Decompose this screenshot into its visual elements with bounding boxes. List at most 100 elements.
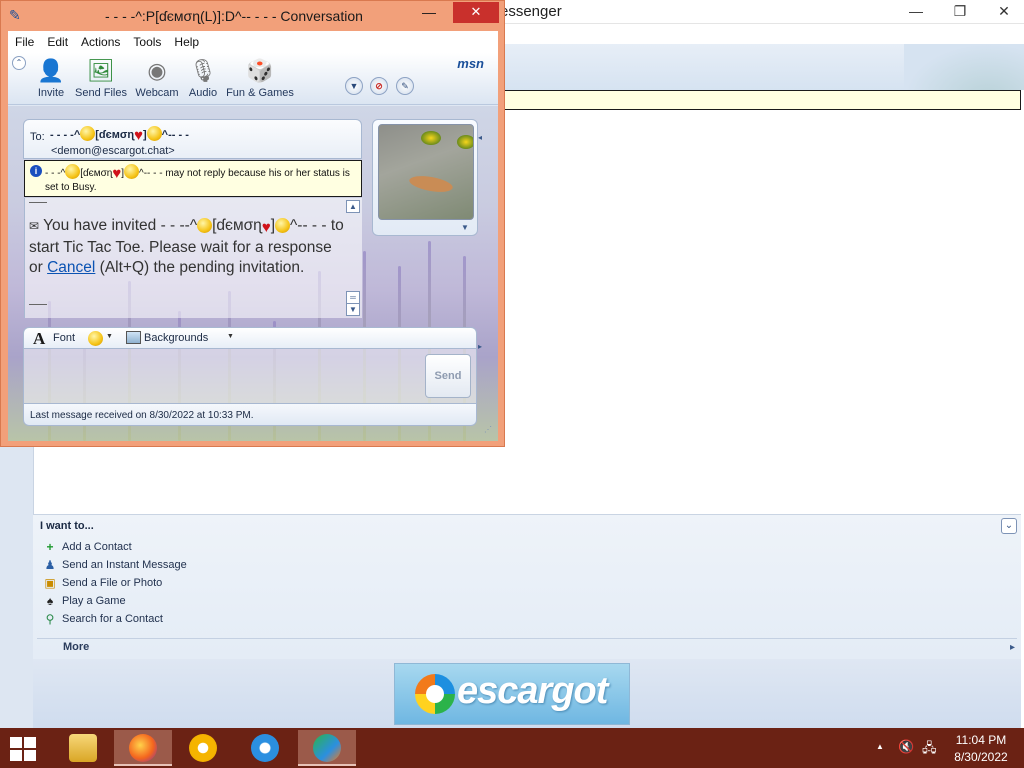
- msn-logo: msn: [457, 56, 484, 71]
- windows-logo-icon: [24, 737, 36, 748]
- backgrounds-icon[interactable]: [126, 331, 141, 344]
- escargot-logo-icon: [415, 674, 455, 714]
- clock-date[interactable]: 8/30/2022: [950, 750, 1012, 764]
- audio-label: Audio: [188, 87, 218, 99]
- conversation-title: - - - -^:P[ɗємσɳ(L)]:D^-- - - - Conversa…: [105, 8, 363, 24]
- show-hidden-icons-icon[interactable]: ▲: [876, 742, 884, 751]
- taskbar-file-explorer[interactable]: [54, 730, 112, 766]
- task-send-instant-message[interactable]: ♟ Send an Instant Message: [43, 556, 187, 574]
- invite-icon: 👤: [37, 58, 65, 83]
- fun-games-label: Fun & Games: [226, 87, 294, 99]
- close-button[interactable]: ✕: [453, 2, 499, 23]
- message-input[interactable]: [23, 349, 477, 403]
- messenger-icon: [313, 734, 341, 762]
- chevron-down-icon[interactable]: ▼: [227, 333, 234, 340]
- close-button[interactable]: ✕: [982, 0, 1024, 22]
- internet-explorer-icon: [251, 734, 279, 762]
- flower-pot-graphic: [421, 131, 441, 145]
- message-history[interactable]: ✉ You have invited - - --^ [ɗємσɳ♥] ^-- - …: [24, 198, 362, 318]
- smiley-icon: [80, 126, 96, 141]
- clock-time[interactable]: 11:04 PM: [950, 733, 1012, 747]
- theme-icon[interactable]: ✎: [396, 77, 414, 95]
- contact-display-picture-panel: ▼: [372, 119, 478, 236]
- font-button[interactable]: Font: [53, 332, 75, 344]
- conversation-window: ✎ - - - -^:P[ɗємσɳ(L)]:D^-- - - - Conver…: [0, 0, 505, 447]
- collapse-panel-button[interactable]: ⌄: [1001, 518, 1017, 534]
- smiley-icon: [65, 164, 81, 179]
- toolbar-toggle-icon[interactable]: ⌃: [12, 56, 26, 70]
- send-files-icon: 🖼: [87, 58, 115, 83]
- task-label: Send an Instant Message: [62, 559, 187, 571]
- menu-actions[interactable]: Actions: [81, 35, 120, 49]
- header-scenery: [904, 44, 1024, 90]
- windows-logo-icon: [24, 750, 36, 761]
- taskbar-firefox[interactable]: [114, 730, 172, 766]
- message-part: (Alt+Q) the pending invitation.: [99, 259, 305, 276]
- instant-message-icon: ♟: [44, 558, 56, 572]
- task-send-file[interactable]: ▣ Send a File or Photo: [43, 574, 162, 592]
- scroll-up-icon[interactable]: ▲: [346, 200, 360, 213]
- scroll-down-icon[interactable]: ▼: [346, 303, 360, 316]
- taskbar-chrome[interactable]: [174, 730, 232, 766]
- send-files-label: Send Files: [75, 87, 127, 99]
- smiley-icon: [275, 218, 291, 233]
- more-link[interactable]: More: [63, 641, 89, 653]
- backgrounds-button[interactable]: Backgrounds: [144, 332, 208, 344]
- options-dropdown-icon[interactable]: ▼: [345, 77, 363, 95]
- emoticon-icon[interactable]: [88, 331, 103, 346]
- minimize-button[interactable]: —: [894, 0, 938, 22]
- smiley-icon: [146, 126, 162, 141]
- messenger-app-icon[interactable]: ✎: [9, 7, 27, 25]
- taskbar-messenger[interactable]: [298, 730, 356, 766]
- chevron-right-icon[interactable]: ▸: [478, 342, 482, 351]
- invitation-message: ✉ You have invited - - --^ [ɗємσɳ♥] ^-- - …: [29, 216, 349, 278]
- invite-button[interactable]: 👤 Invite: [34, 57, 68, 99]
- chevron-down-icon[interactable]: ▼: [461, 223, 469, 232]
- task-play-game[interactable]: ♠ Play a Game: [43, 592, 126, 610]
- task-label: Send a File or Photo: [62, 577, 163, 589]
- task-label: Search for a Contact: [62, 613, 163, 625]
- firefox-icon: [129, 734, 157, 762]
- smiley-icon: [124, 164, 139, 179]
- minimize-button[interactable]: —: [406, 2, 452, 23]
- busy-prefix: - - -^: [45, 168, 66, 179]
- send-button[interactable]: Send: [425, 354, 471, 398]
- fun-games-button[interactable]: 🎲 Fun & Games: [226, 57, 294, 99]
- volume-muted-icon[interactable]: 🔇: [898, 739, 914, 755]
- windows-logo-icon: [10, 750, 22, 761]
- menu-edit[interactable]: Edit: [47, 35, 68, 49]
- menu-bar: File Edit Actions Tools Help: [8, 31, 498, 53]
- heart-icon: ♥: [134, 127, 143, 144]
- send-file-icon: ▣: [44, 576, 56, 590]
- display-picture[interactable]: [378, 124, 474, 220]
- chevron-right-icon[interactable]: ▸: [1010, 642, 1015, 653]
- task-add-contact[interactable]: + Add a Contact: [43, 538, 131, 556]
- i-want-to-title: I want to...: [40, 520, 94, 532]
- task-search-contact[interactable]: ⚲ Search for a Contact: [43, 610, 163, 628]
- menu-file[interactable]: File: [15, 35, 34, 49]
- webcam-button[interactable]: ◉ Webcam: [134, 57, 180, 99]
- maximize-button[interactable]: ❐: [938, 0, 982, 22]
- conversation-title-bar[interactable]: ✎ - - - -^:P[ɗємσɳ(L)]:D^-- - - - Conver…: [1, 1, 504, 31]
- chevron-down-icon[interactable]: ▼: [106, 333, 113, 340]
- fun-games-icon: 🎲: [246, 58, 274, 83]
- font-icon[interactable]: A: [33, 329, 45, 349]
- network-icon[interactable]: 🖧: [922, 739, 937, 761]
- menu-tools[interactable]: Tools: [133, 35, 161, 49]
- chevron-right-icon[interactable]: ◂: [478, 133, 482, 142]
- sidebar-strip: [0, 446, 33, 728]
- taskbar-internet-explorer[interactable]: [236, 730, 294, 766]
- start-button[interactable]: [10, 737, 38, 761]
- message-scrollbar[interactable]: ▲ ═ ▼: [346, 198, 361, 318]
- block-icon[interactable]: ⊘: [370, 77, 388, 95]
- busy-notice-bar: i - - -^ [ɗємσɳ♥] ^-- - - may not reply be…: [24, 160, 362, 197]
- audio-button[interactable]: 🎙 Audio: [186, 57, 220, 99]
- cancel-invitation-link[interactable]: Cancel: [47, 259, 95, 276]
- conversation-status-bar: Last message received on 8/30/2022 at 10…: [23, 403, 477, 426]
- resize-grip-icon[interactable]: ⋰: [484, 425, 494, 435]
- escargot-ad-banner[interactable]: escargot: [394, 663, 630, 725]
- envelope-icon: ✉: [29, 219, 40, 233]
- menu-help[interactable]: Help: [174, 35, 199, 49]
- send-files-button[interactable]: 🖼 Send Files: [74, 57, 128, 99]
- webcam-label: Webcam: [135, 87, 179, 99]
